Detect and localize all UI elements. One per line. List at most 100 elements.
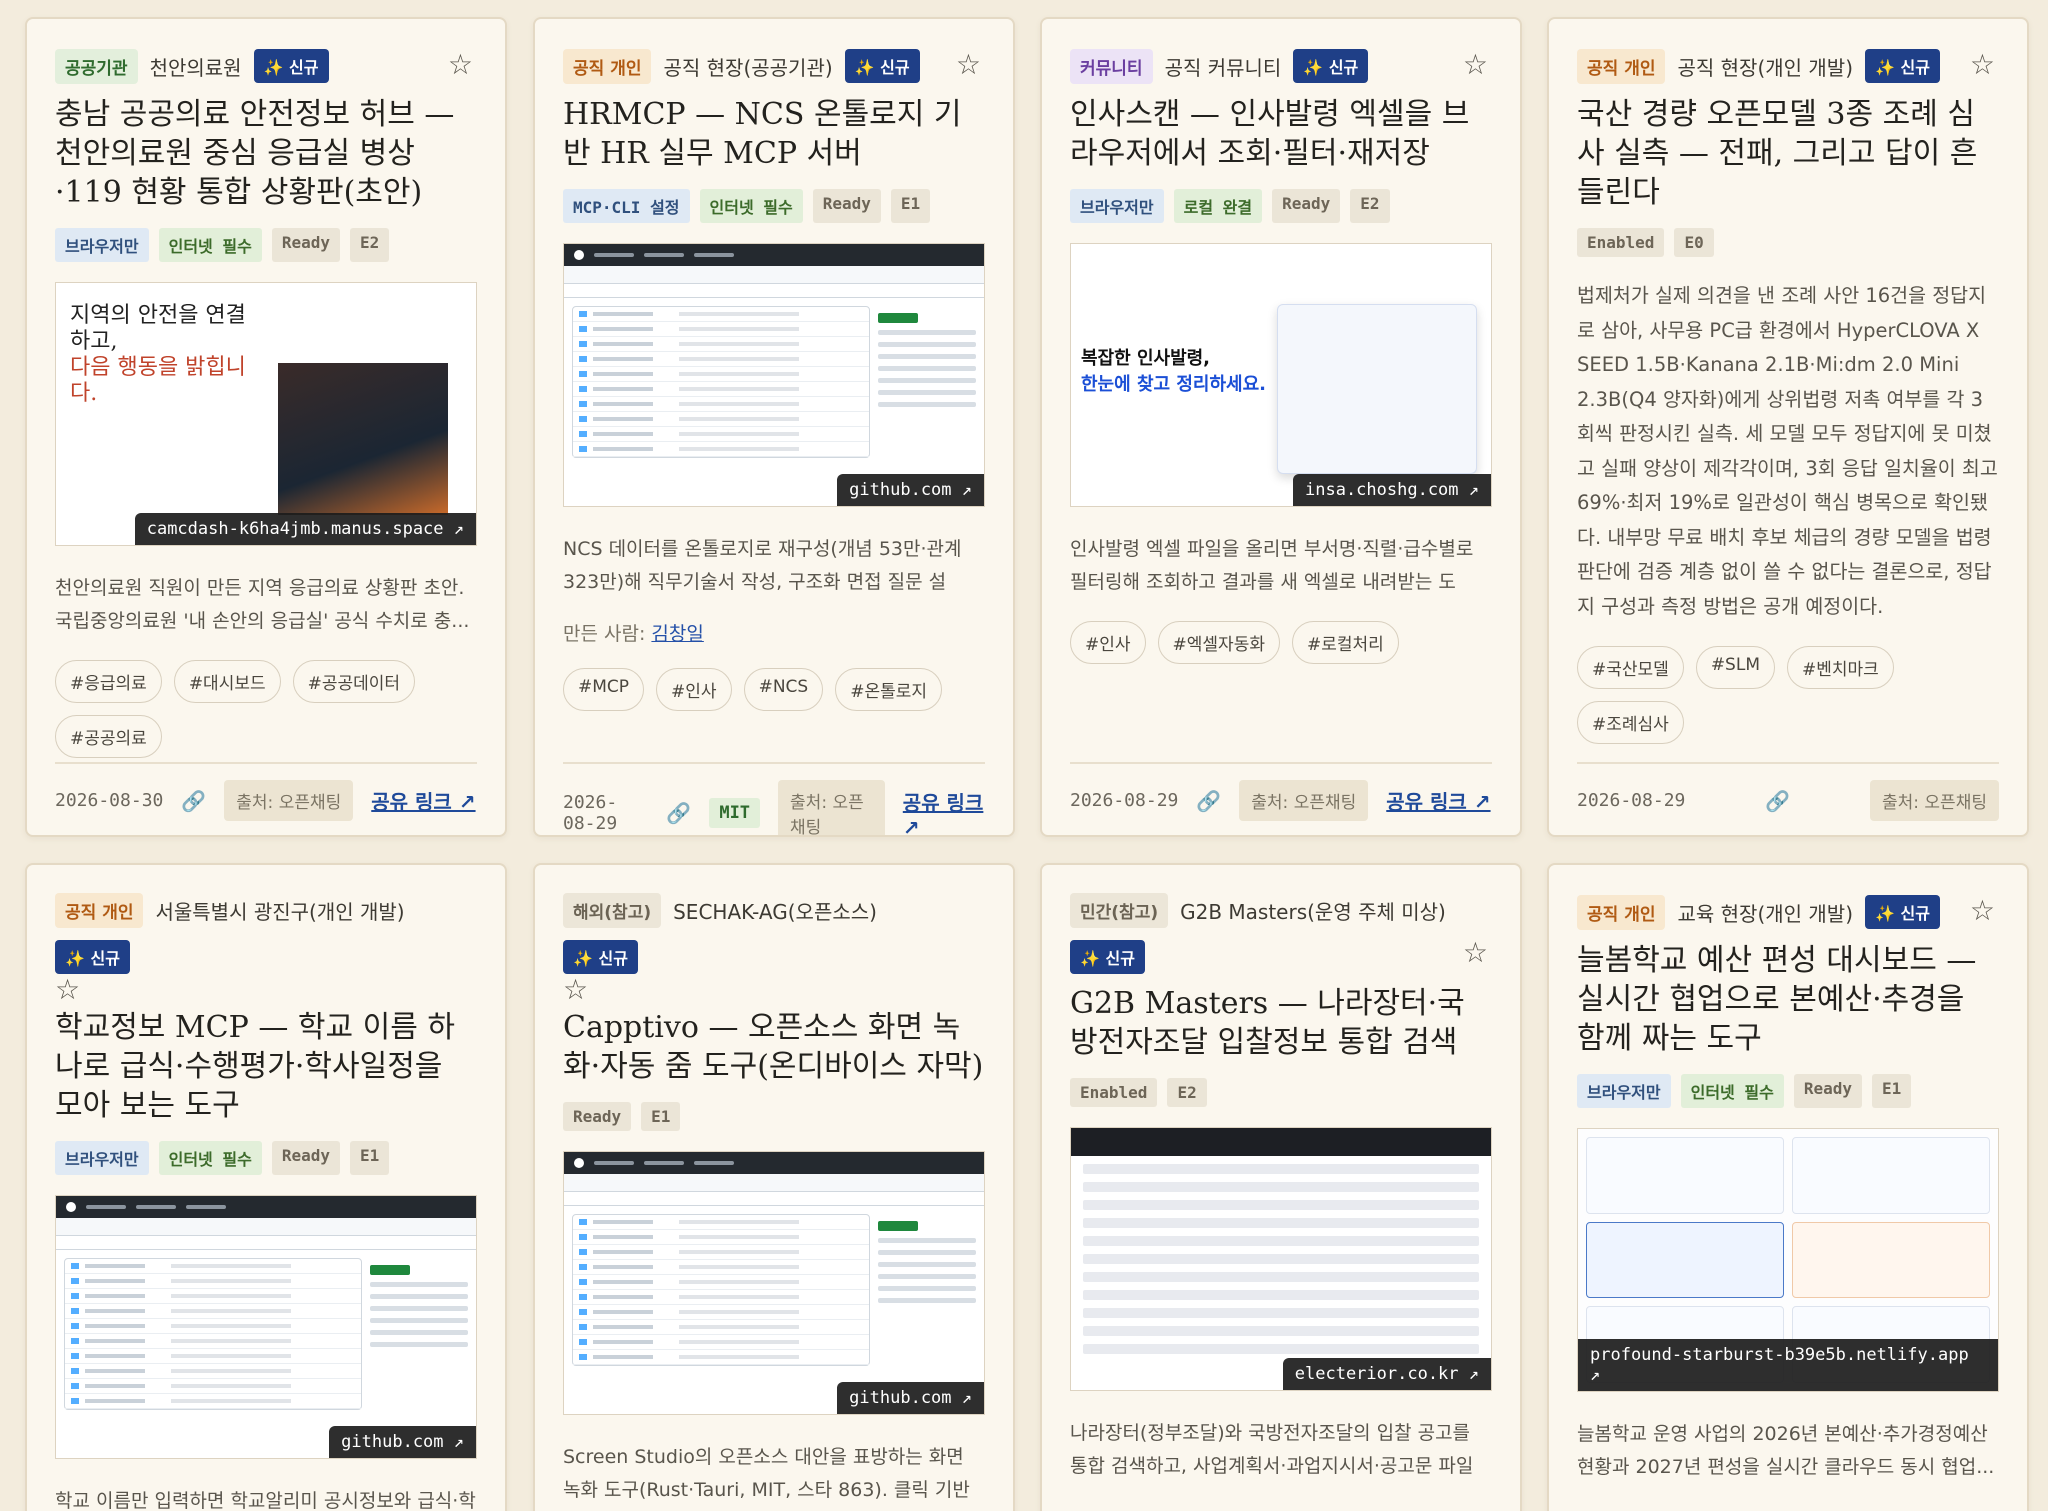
hashtag[interactable]: #국산모델	[1577, 646, 1684, 689]
category-badge: 공직 개인	[1577, 48, 1666, 84]
thumbnail[interactable]: profound-starburst-b39e5b.netlify.app ↗	[1577, 1128, 1999, 1392]
url-chip[interactable]: profound-starburst-b39e5b.netlify.app ↗	[1578, 1339, 1998, 1391]
category-badge: 민간(참고)	[1070, 893, 1169, 928]
thumbnail[interactable]: 지역의 안전을 연결하고, 다음 행동을 밝힙니다. camcdash-k6ha…	[55, 282, 477, 546]
hashtag[interactable]: #NCS	[743, 668, 824, 711]
url-chip[interactable]: github.com ↗	[837, 474, 984, 506]
tag-list: Enabled E2	[1070, 1078, 1492, 1107]
star-icon[interactable]: ☆	[55, 976, 477, 1004]
hashtag[interactable]: #조례심사	[1577, 701, 1684, 744]
card-header: 공직 개인 서울특별시 광진구(개인 개발) ✨ 신규	[55, 893, 477, 974]
link-icon[interactable]: 🔗	[1765, 789, 1790, 813]
tag: E1	[890, 189, 931, 223]
link-icon[interactable]: 🔗	[1196, 789, 1221, 813]
thumbnail-photo	[278, 363, 448, 515]
card-description: Screen Studio의 오픈소스 대안을 표방하는 화면 녹화 도구(Ru…	[563, 1446, 970, 1501]
tag: 브라우저만	[1577, 1074, 1671, 1108]
share-link[interactable]: 공유 링크 ↗	[371, 786, 475, 815]
card-header: 공직 개인 교육 현장(개인 개발) ✨ 신규 ☆	[1577, 893, 1999, 931]
hashtag[interactable]: #공공의료	[55, 715, 162, 758]
maker-label: 만든 사람:	[563, 623, 652, 645]
star-icon[interactable]: ☆	[563, 976, 985, 1004]
new-badge: ✨ 신규	[1070, 940, 1145, 974]
tag: Ready	[271, 1141, 341, 1175]
tool-card[interactable]: 공공기관 천안의료원 ✨ 신규 ☆ 충남 공공의료 안전정보 허브 — 천안의료…	[25, 17, 507, 837]
card-title[interactable]: 늘봄학교 예산 편성 대시보드 — 실시간 협업으로 본예산·추경을 함께 짜는…	[1577, 941, 1999, 1058]
source-label: 천안의료원	[149, 55, 242, 80]
hashtag[interactable]: #로컬처리	[1291, 621, 1399, 664]
link-icon[interactable]: 🔗	[181, 789, 206, 813]
maker-link[interactable]: 김창일	[651, 623, 703, 645]
card-title[interactable]: 충남 공공의료 안전정보 허브 — 천안의료원 중심 응급실 병상·119 현황…	[55, 95, 477, 212]
url-chip[interactable]: camcdash-k6ha4jmb.manus.space ↗	[134, 513, 476, 545]
share-link[interactable]: 공유 링크 ↗	[1386, 786, 1490, 815]
category-badge: 커뮤니티	[1070, 48, 1153, 84]
thumbnail[interactable]: electerior.co.kr ↗	[1070, 1127, 1492, 1391]
card-title[interactable]: 국산 경량 오픈모델 3종 조례 심사 실측 — 전패, 그리고 답이 흔들린다	[1577, 95, 1999, 212]
tag: Enabled	[1577, 228, 1665, 257]
thumbnail[interactable]: github.com ↗	[563, 1151, 985, 1415]
tool-card[interactable]: 커뮤니티 공직 커뮤니티 ✨ 신규 ☆ 인사스캔 — 인사발령 엑셀을 브라우저…	[1040, 17, 1522, 837]
license-badge: MIT	[709, 798, 761, 828]
card-title[interactable]: Capptivo — 오픈소스 화면 녹화·자동 줌 도구(온디바이스 자막)	[563, 1008, 985, 1086]
tag: Ready	[1272, 189, 1341, 223]
star-icon[interactable]: ☆	[1970, 51, 1995, 79]
share-link[interactable]: 공유 링크 ↗	[903, 787, 985, 836]
tool-card[interactable]: 공직 개인 서울특별시 광진구(개인 개발) ✨ 신규 ☆ 학교정보 MCP —…	[25, 863, 507, 1511]
source-label: 서울특별시 광진구(개인 개발)	[155, 900, 405, 924]
tag: E2	[350, 228, 390, 262]
hashtag[interactable]: #인사	[656, 668, 732, 711]
tag: 로컬 완결	[1173, 189, 1263, 223]
url-chip[interactable]: github.com ↗	[329, 1426, 476, 1458]
thumbnail[interactable]: 복잡한 인사발령, 한눈에 찾고 정리하세요. insa.choshg.com …	[1070, 243, 1492, 507]
hashtag-list: #국산모델 #SLM #벤치마크 #조례심사	[1577, 646, 1999, 744]
hashtag[interactable]: #MCP	[563, 668, 645, 711]
hashtag[interactable]: #SLM	[1695, 646, 1775, 689]
date: 2026-08-29	[1577, 790, 1686, 811]
date: 2026-08-30	[55, 790, 164, 811]
card-title[interactable]: 인사스캔 — 인사발령 엑셀을 브라우저에서 조회·필터·재저장	[1070, 95, 1492, 173]
hashtag[interactable]: #벤치마크	[1787, 646, 1894, 689]
star-icon[interactable]: ☆	[448, 51, 473, 79]
card-header: 민간(참고) G2B Masters(운영 주체 미상) ✨ 신규 ☆	[1070, 893, 1492, 974]
hashtag[interactable]: #공공데이터	[292, 660, 416, 703]
hashtag[interactable]: #온톨로지	[835, 668, 943, 711]
link-icon[interactable]: 🔗	[666, 801, 691, 825]
card-title[interactable]: G2B Masters — 나라장터·국방전자조달 입찰정보 통합 검색	[1070, 984, 1492, 1062]
star-icon[interactable]: ☆	[1463, 51, 1488, 79]
thumbnail[interactable]: github.com ↗	[563, 243, 985, 507]
tag-list: 브라우저만 로컬 완결 Ready E2	[1070, 189, 1492, 223]
category-badge: 공직 개인	[563, 48, 652, 84]
hashtag-list: #MCP #인사 #NCS #온톨로지	[563, 668, 985, 711]
thumbnail[interactable]: github.com ↗	[55, 1195, 477, 1459]
category-badge: 공직 개인	[55, 893, 144, 928]
tool-card[interactable]: 해외(참고) SECHAK-AG(오픈소스) ✨ 신규 ☆ Capptivo —…	[533, 863, 1015, 1511]
card-description: 법제처가 실제 의견을 낸 조례 사안 16건을 정답지로 삼아, 사무용 PC…	[1577, 284, 1998, 618]
card-description: 늘봄학교 운영 사업의 2026년 본예산·추가경정예산 현황과 2027년 편…	[1577, 1423, 1995, 1478]
tag: E2	[1167, 1078, 1207, 1107]
url-chip[interactable]: electerior.co.kr ↗	[1282, 1358, 1491, 1390]
card-header: 커뮤니티 공직 커뮤니티 ✨ 신규 ☆	[1070, 47, 1492, 85]
hashtag[interactable]: #인사	[1070, 621, 1146, 664]
hashtag[interactable]: #대시보드	[173, 660, 281, 703]
tool-card[interactable]: 공직 개인 교육 현장(개인 개발) ✨ 신규 ☆ 늘봄학교 예산 편성 대시보…	[1547, 863, 2029, 1511]
star-icon[interactable]: ☆	[1970, 897, 1995, 925]
tool-card[interactable]: 공직 개인 공직 현장(개인 개발) ✨ 신규 ☆ 국산 경량 오픈모델 3종 …	[1547, 17, 2029, 837]
star-icon[interactable]: ☆	[956, 51, 981, 79]
date: 2026-08-29	[1070, 790, 1179, 811]
card-footer: 2026-08-30 🔗 출처: 오픈채팅 공유 링크 ↗	[55, 762, 477, 821]
hashtag[interactable]: #엑셀자동화	[1157, 621, 1280, 664]
star-icon[interactable]: ☆	[1463, 939, 1488, 967]
card-title[interactable]: HRMCP — NCS 온톨로지 기반 HR 실무 MCP 서버	[563, 95, 985, 173]
tool-card[interactable]: 공직 개인 공직 현장(공공기관) ✨ 신규 ☆ HRMCP — NCS 온톨로…	[533, 17, 1015, 837]
tag-list: 브라우저만 인터넷 필수 Ready E1	[1577, 1074, 1999, 1108]
card-header: 공직 개인 공직 현장(개인 개발) ✨ 신규 ☆	[1577, 47, 1999, 85]
url-chip[interactable]: insa.choshg.com ↗	[1293, 474, 1491, 506]
thumbnail-heading-accent: 다음 행동을 밝힙니다.	[70, 355, 246, 406]
tag-list: 브라우저만 인터넷 필수 Ready E2	[55, 228, 477, 262]
tag-list: Enabled E0	[1577, 228, 1999, 257]
card-title[interactable]: 학교정보 MCP — 학교 이름 하나로 급식·수행평가·학사일정을 모아 보는…	[55, 1008, 477, 1125]
tool-card[interactable]: 민간(참고) G2B Masters(운영 주체 미상) ✨ 신규 ☆ G2B …	[1040, 863, 1522, 1511]
hashtag[interactable]: #응급의료	[55, 660, 162, 703]
url-chip[interactable]: github.com ↗	[837, 1382, 984, 1414]
